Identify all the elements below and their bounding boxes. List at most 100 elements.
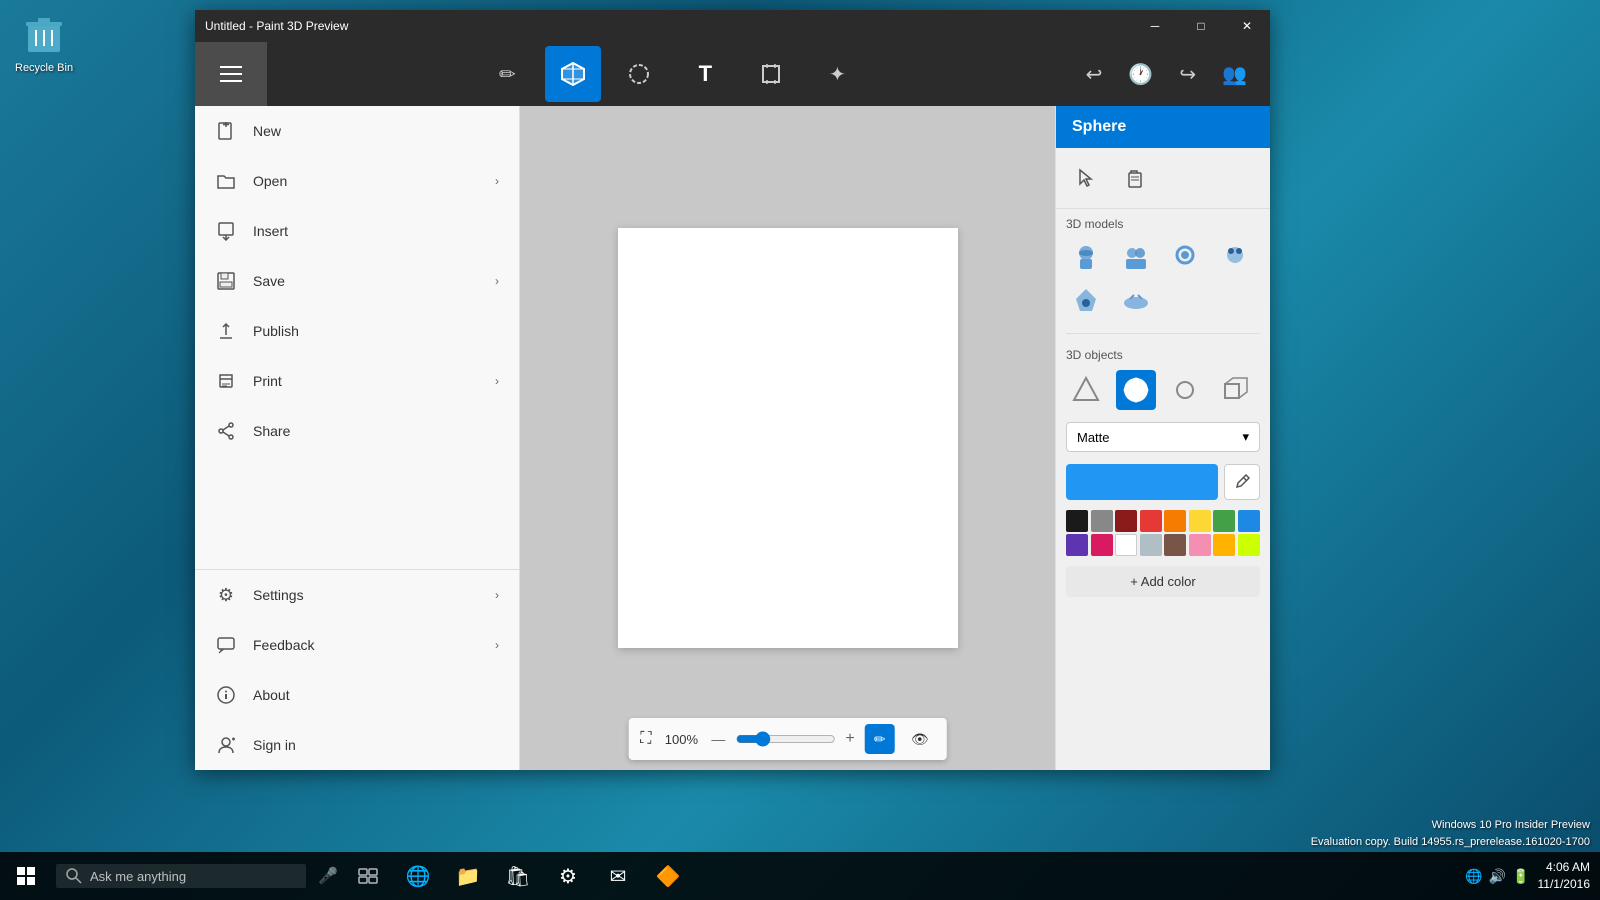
- taskbar-sound-icon[interactable]: 🔊: [1489, 868, 1506, 885]
- taskbar-misc[interactable]: 🔶: [644, 852, 692, 900]
- taskbar-right: 🌐 🔊 🔋 4:06 AM 11/1/2016: [1465, 859, 1600, 893]
- crop-tool-button[interactable]: [743, 46, 799, 102]
- color-amber[interactable]: [1213, 534, 1235, 556]
- panel-tools: [1056, 148, 1270, 209]
- menu-item-publish[interactable]: Publish: [195, 306, 519, 356]
- view-mode-button[interactable]: 👁: [905, 724, 935, 754]
- task-view-button[interactable]: [346, 854, 390, 898]
- eyedropper-button[interactable]: [1224, 464, 1260, 500]
- color-red[interactable]: [1140, 510, 1162, 532]
- material-dropdown[interactable]: Matte ▾: [1066, 422, 1260, 452]
- active-color-swatch[interactable]: [1066, 464, 1218, 500]
- color-darkred[interactable]: [1115, 510, 1137, 532]
- color-palette: [1066, 510, 1260, 556]
- 3d-objects-section-label: 3D objects: [1056, 340, 1270, 366]
- save-arrow: ›: [495, 274, 499, 288]
- taskbar-battery-icon[interactable]: 🔋: [1512, 868, 1529, 885]
- color-orange[interactable]: [1164, 510, 1186, 532]
- menu-item-insert[interactable]: Insert: [195, 206, 519, 256]
- menu-item-signin[interactable]: Sign in: [195, 720, 519, 770]
- text-tool-button[interactable]: T: [677, 46, 733, 102]
- system-info: Windows 10 Pro Insider Preview Evaluatio…: [1311, 817, 1590, 850]
- color-brown[interactable]: [1164, 534, 1186, 556]
- select-tool-button[interactable]: [611, 46, 667, 102]
- zoom-plus-label: +: [845, 730, 854, 748]
- model-item-6[interactable]: [1116, 283, 1156, 323]
- search-bar[interactable]: Ask me anything: [56, 864, 306, 888]
- color-lime[interactable]: [1238, 534, 1260, 556]
- color-green[interactable]: [1213, 510, 1235, 532]
- taskbar-explorer[interactable]: 📁: [444, 852, 492, 900]
- color-white[interactable]: [1115, 534, 1137, 556]
- save-icon: [215, 270, 237, 292]
- color-lightgray[interactable]: [1140, 534, 1162, 556]
- add-color-button[interactable]: + Add color: [1066, 566, 1260, 597]
- taskbar-mail[interactable]: ✉: [594, 852, 642, 900]
- model-item-4[interactable]: [1215, 239, 1255, 279]
- print-label: Print: [253, 373, 282, 389]
- menu-item-save[interactable]: Save ›: [195, 256, 519, 306]
- color-blue[interactable]: [1238, 510, 1260, 532]
- menu-item-new[interactable]: New: [195, 106, 519, 156]
- publish-label: Publish: [253, 323, 299, 339]
- menu-item-about[interactable]: About: [195, 670, 519, 720]
- print-icon: [215, 370, 237, 392]
- publish-icon: [215, 320, 237, 342]
- microphone-button[interactable]: 🎤: [310, 858, 346, 894]
- 3d-tool-button[interactable]: [545, 46, 601, 102]
- toolbar-right: ↩ 🕐 ↪ 👥: [1078, 54, 1270, 95]
- object-cone[interactable]: [1066, 370, 1106, 410]
- start-button[interactable]: [0, 852, 52, 900]
- color-pink[interactable]: [1091, 534, 1113, 556]
- menu-item-share[interactable]: Share: [195, 406, 519, 456]
- menu-item-open[interactable]: Open ›: [195, 156, 519, 206]
- color-gray[interactable]: [1091, 510, 1113, 532]
- menu-item-feedback[interactable]: Feedback ›: [195, 620, 519, 670]
- taskbar-edge[interactable]: 🌐: [394, 852, 442, 900]
- model-item-5[interactable]: [1066, 283, 1106, 323]
- menu-panel: New Open ›: [195, 106, 520, 770]
- hamburger-icon: [220, 66, 242, 82]
- fit-to-screen-button[interactable]: ⛶: [640, 730, 651, 748]
- recycle-bin-icon[interactable]: Recycle Bin: [15, 10, 73, 74]
- history-button[interactable]: 🕐: [1120, 54, 1161, 95]
- object-sphere[interactable]: [1116, 370, 1156, 410]
- taskbar-network-icon[interactable]: 🌐: [1465, 868, 1482, 885]
- save-label: Save: [253, 273, 285, 289]
- menu-item-print[interactable]: Print ›: [195, 356, 519, 406]
- zoom-percentage: 100%: [661, 732, 701, 747]
- close-button[interactable]: ✕: [1224, 10, 1270, 42]
- material-dropdown-arrow: ▾: [1242, 429, 1249, 445]
- color-lightpink[interactable]: [1189, 534, 1211, 556]
- color-purple[interactable]: [1066, 534, 1088, 556]
- brush-mode-button[interactable]: ✏: [865, 724, 895, 754]
- canvas-area[interactable]: ⛶ 100% — + ✏ 👁: [520, 106, 1055, 770]
- brush-tool-button[interactable]: ✏: [479, 46, 535, 102]
- model-item-3[interactable]: [1165, 239, 1205, 279]
- undo-button[interactable]: ↩: [1078, 54, 1111, 95]
- model-item-2[interactable]: [1116, 239, 1156, 279]
- maximize-button[interactable]: □: [1178, 10, 1224, 42]
- object-cube[interactable]: [1215, 370, 1255, 410]
- color-black[interactable]: [1066, 510, 1088, 532]
- users-button[interactable]: 👥: [1214, 54, 1255, 95]
- menu-spacer: [195, 456, 519, 569]
- effects-tool-button[interactable]: ✦: [809, 46, 865, 102]
- drawing-canvas[interactable]: [618, 228, 958, 648]
- open-label: Open: [253, 173, 287, 189]
- taskbar-clock[interactable]: 4:06 AM 11/1/2016: [1538, 859, 1591, 893]
- zoom-slider[interactable]: [735, 731, 835, 747]
- cursor-tool-button[interactable]: [1066, 158, 1106, 198]
- color-yellow[interactable]: [1189, 510, 1211, 532]
- object-capsule[interactable]: [1165, 370, 1205, 410]
- redo-button[interactable]: ↪: [1171, 54, 1204, 95]
- paste-tool-button[interactable]: [1114, 158, 1154, 198]
- hamburger-menu-button[interactable]: [195, 42, 267, 106]
- model-item-1[interactable]: [1066, 239, 1106, 279]
- menu-item-settings[interactable]: ⚙ Settings ›: [195, 570, 519, 620]
- minimize-button[interactable]: ─: [1132, 10, 1178, 42]
- taskbar: Ask me anything 🎤 🌐 📁 🛍 ⚙ ✉ 🔶 🌐 🔊 🔋: [0, 852, 1600, 900]
- taskbar-store[interactable]: 🛍: [494, 852, 542, 900]
- taskbar-settings[interactable]: ⚙: [544, 852, 592, 900]
- insert-icon: [215, 220, 237, 242]
